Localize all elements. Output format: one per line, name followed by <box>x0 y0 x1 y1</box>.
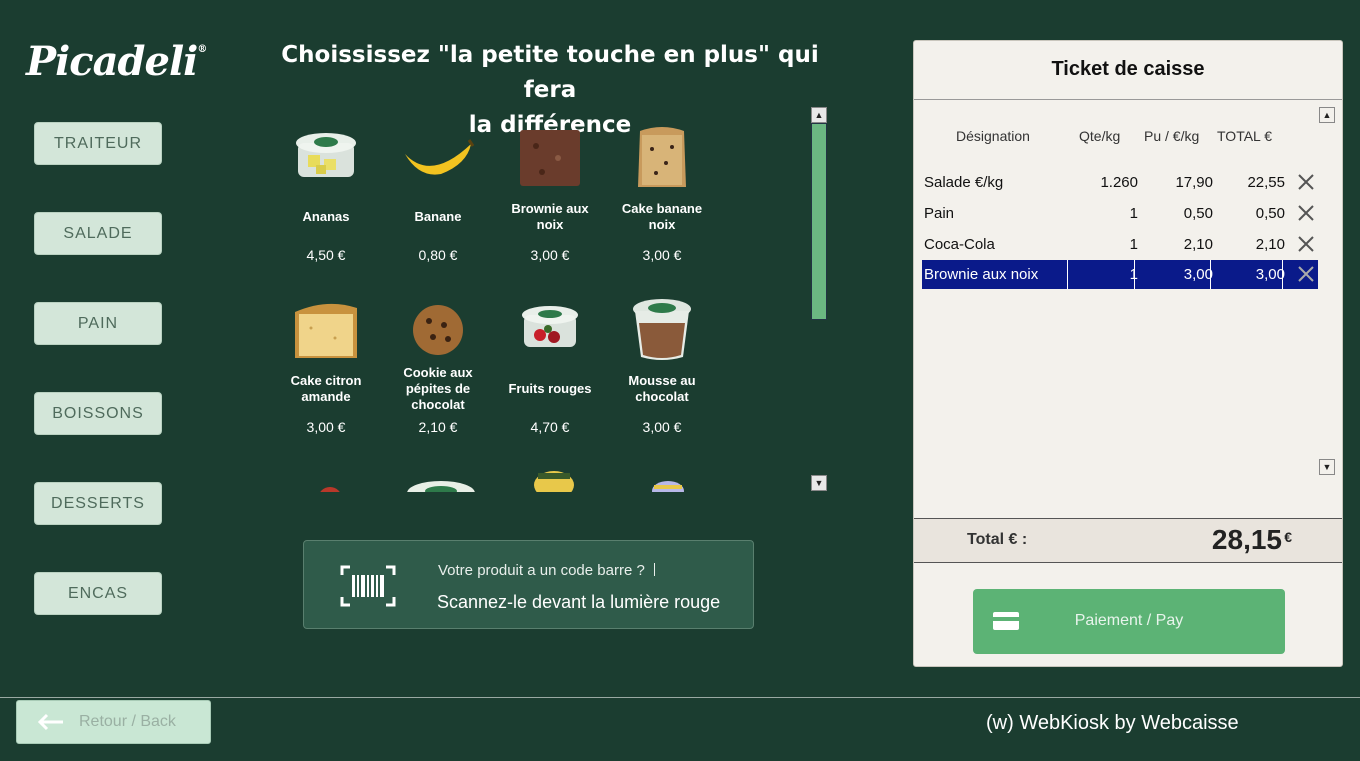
product-name: Cake banane noix <box>621 201 703 232</box>
banana-cake-icon <box>638 127 686 187</box>
salad-bowl-icon <box>407 481 475 492</box>
product-price: 2,10 € <box>418 419 458 435</box>
grid-scroll-up-button[interactable]: ▲ <box>811 107 827 123</box>
product-cake-banane-noix[interactable]: Cake banane noix 3,00 € <box>606 123 718 263</box>
product-name: Mousse au chocolat <box>628 373 696 404</box>
column-header-designation: Désignation <box>956 128 1030 144</box>
footer-divider <box>0 697 1360 698</box>
product-name: Brownie aux noix <box>511 201 589 232</box>
category-pain-button[interactable]: PAIN <box>34 302 162 345</box>
barcode-scan-panel: Votre produit a un code barre ? Scannez-… <box>303 540 754 629</box>
product-price: 3,00 € <box>642 247 682 263</box>
product-banane[interactable]: Banane 0,80 € <box>382 123 494 263</box>
product-cookie[interactable]: Cookie aux pépites de chocolat 2,10 € <box>382 295 494 435</box>
red-fruits-cup-icon <box>522 306 578 347</box>
product-price: 4,50 € <box>306 247 346 263</box>
receipt-scroll-up-button[interactable]: ▲ <box>1319 107 1335 123</box>
receipt-scroll-down-button[interactable]: ▼ <box>1319 459 1335 475</box>
category-desserts-button[interactable]: DESSERTS <box>34 482 162 525</box>
product-cake-citron[interactable]: Cake citron amande 3,00 € <box>270 295 382 435</box>
chocolate-mousse-icon <box>633 299 691 360</box>
yogurt-cup-icon <box>534 471 574 492</box>
total-currency: € <box>1284 529 1292 545</box>
category-encas-button[interactable]: ENCAS <box>34 572 162 615</box>
brownie-icon <box>520 130 580 186</box>
receipt-row[interactable]: Pain 1 0,50 0,50 <box>922 199 1318 228</box>
product-name: Ananas <box>302 209 350 224</box>
lemon-cake-icon <box>295 303 357 358</box>
receipt-title: Ticket de caisse <box>914 41 1342 100</box>
product-price: 0,80 € <box>418 247 458 263</box>
delete-row-icon[interactable] <box>1296 234 1316 254</box>
product-brownie[interactable]: Brownie aux noix 3,00 € <box>494 123 606 263</box>
total-bar: Total € : 28,15 € <box>914 518 1342 563</box>
grid-scroll-down-button[interactable]: ▼ <box>811 475 827 491</box>
product-mousse-chocolat[interactable]: Mousse au chocolat 3,00 € <box>606 295 718 435</box>
product-price: 3,00 € <box>306 419 346 435</box>
apple-icon <box>320 487 340 492</box>
pay-button[interactable]: Paiement / Pay <box>973 589 1285 654</box>
product-name: Banane <box>414 209 462 224</box>
delete-row-icon[interactable] <box>1296 203 1316 223</box>
back-button[interactable]: Retour / Back <box>16 700 211 744</box>
total-value: 28,15 <box>1211 524 1282 555</box>
grid-scrollbar-thumb[interactable] <box>811 123 827 320</box>
column-header-qty: Qte/kg <box>1079 128 1121 144</box>
product-name: Cake citron amande <box>290 373 362 404</box>
column-header-unit-price: Pu / €/kg <box>1144 128 1200 144</box>
cookie-icon <box>413 305 463 355</box>
product-price: 3,00 € <box>642 419 682 435</box>
footer-credit: (w) WebKiosk by Webcaisse <box>986 712 1239 734</box>
back-label: Retour / Back <box>79 713 176 730</box>
barcode-question: Votre produit a un code barre ? <box>438 562 655 579</box>
product-name: Fruits rouges <box>508 381 592 396</box>
receipt-row-selected[interactable]: Brownie aux noix 1 3,00 3,00 <box>922 260 1318 289</box>
barcode-instruction: Scannez-le devant la lumière rouge <box>437 592 721 612</box>
product-price: 3,00 € <box>530 247 570 263</box>
product-fruits-rouges[interactable]: Fruits rouges 4,70 € <box>494 295 606 435</box>
delete-row-icon[interactable] <box>1296 264 1316 284</box>
pineapple-cup-icon <box>296 133 356 177</box>
page-title-line-1: Choississez "la petite touche en plus" q… <box>281 42 819 103</box>
text-cursor <box>653 563 655 576</box>
column-header-total: TOTAL € <box>1217 128 1272 144</box>
product-ananas[interactable]: Ananas 4,50 € <box>270 123 382 263</box>
picadeli-logo: Picadeli® <box>26 38 207 85</box>
product-grid: Ananas 4,50 € Banane 0,80 € Brownie aux … <box>270 115 720 492</box>
pay-label: Paiement / Pay <box>1074 612 1184 629</box>
category-boissons-button[interactable]: BOISSONS <box>34 392 162 435</box>
banana-icon <box>405 139 475 175</box>
receipt-row[interactable]: Coca-Cola 1 2,10 2,10 <box>922 230 1318 259</box>
receipt-row[interactable]: Salade €/kg 1.260 17,90 22,55 <box>922 168 1318 197</box>
product-price: 4,70 € <box>530 419 570 435</box>
category-salade-button[interactable]: SALADE <box>34 212 162 255</box>
category-traiteur-button[interactable]: TRAITEUR <box>34 122 162 165</box>
dessert-cup-icon <box>652 481 684 492</box>
barcode-icon <box>340 565 396 607</box>
product-name: Cookie aux pépites de chocolat <box>403 365 473 412</box>
total-label: Total € : <box>967 531 1028 548</box>
arrow-left-icon <box>37 713 63 731</box>
receipt-panel: Ticket de caisse ▲ ▼ Désignation Qte/kg … <box>913 40 1343 667</box>
delete-row-icon[interactable] <box>1296 172 1316 192</box>
